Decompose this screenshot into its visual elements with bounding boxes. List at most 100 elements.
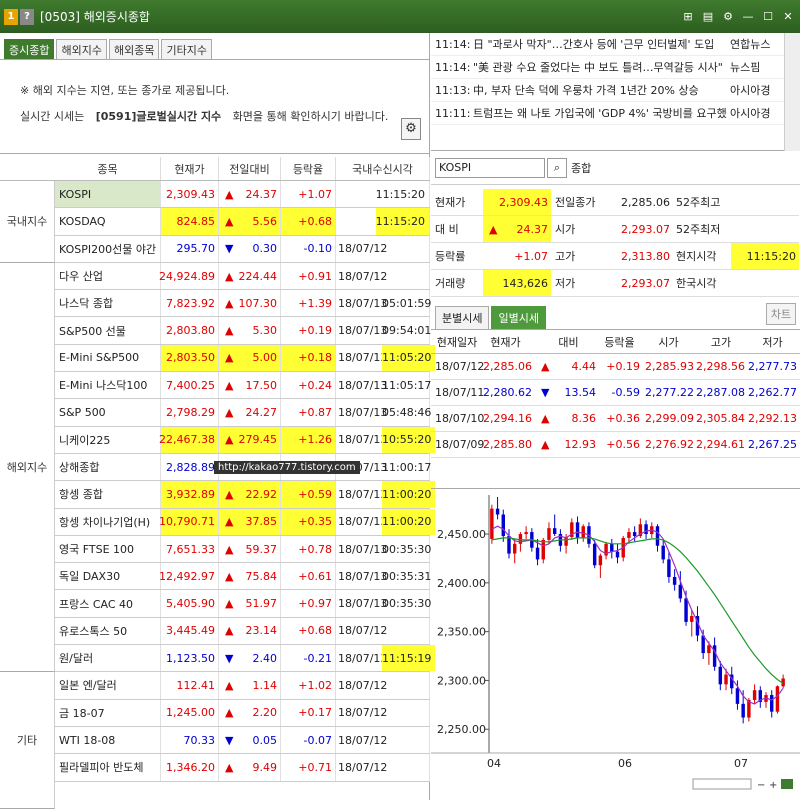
tab-daily-price[interactable]: 일별시세 xyxy=(491,306,546,329)
table-row[interactable]: KOSPI200선물 야간 295.70 ▼ 0.30 -0.10 18/07/1… xyxy=(0,235,430,263)
close-icon[interactable]: ✕ xyxy=(780,8,796,24)
table-row[interactable]: 프랑스 CAC 40 5,405.90 ▲ 51.97 +0.97 18/07/1… xyxy=(0,590,431,618)
news-item[interactable]: 11:11: 트럼프는 왜 나토 가입국에 'GDP 4%' 국방비를 요구했 … xyxy=(431,102,800,125)
table-row[interactable]: E-Mini S&P500 2,803.50 ▲ 5.00 +0.18 18/07… xyxy=(0,344,436,373)
news-item[interactable]: 11:14: 日 "과로사 막자"…간호사 등에 '근무 인터벌제' 도입 연합… xyxy=(431,33,800,56)
news-scrollbar[interactable] xyxy=(784,33,800,151)
dh-change[interactable]: 대비 xyxy=(535,330,599,353)
table-row[interactable]: 영국 FTSE 100 7,651.33 ▲ 59.37 +0.78 18/07/… xyxy=(0,535,431,564)
row-name[interactable]: S&P500 선물 xyxy=(55,317,161,344)
minimize-icon[interactable]: — xyxy=(740,8,756,24)
table-row[interactable]: 일본 엔/달러 112.41 ▲ 1.14 +1.02 18/07/12 xyxy=(0,672,430,700)
notice-screen-link[interactable]: [0591]글로벌실시간 지수 xyxy=(96,110,221,123)
candle-body xyxy=(718,666,723,685)
table-row[interactable]: 항셍 종합 3,932.89 ▲ 22.92 +0.59 18/07/13 11:0… xyxy=(0,481,436,509)
chart-button[interactable]: 차트 xyxy=(766,303,796,325)
row-name[interactable]: 유로스톡스 50 xyxy=(55,617,161,645)
row-name[interactable]: E-Mini S&P500 xyxy=(55,344,161,372)
table-row[interactable]: KOSPI 2,309.43 ▲ 24.37 +1.07 11:15:20 xyxy=(0,181,430,209)
table-row[interactable]: 니케이225 22,467.38 ▲ 279.45 +1.26 18/07/13 1… xyxy=(0,426,436,454)
link-icon[interactable]: ⊞ xyxy=(680,8,696,24)
row-change: ▲ 2.20 xyxy=(219,699,281,726)
row-name[interactable]: 독일 DAX30 xyxy=(55,563,161,590)
symbol-input[interactable]: KOSPI xyxy=(435,157,545,178)
row-name[interactable]: 프랑스 CAC 40 xyxy=(55,590,161,617)
row-name[interactable]: 다우 산업 xyxy=(55,262,161,290)
quote-label-2: 시가 xyxy=(551,216,599,243)
up-arrow-icon: ▲ xyxy=(225,351,234,365)
tab-overseas-index[interactable]: 해외지수 xyxy=(56,39,107,59)
price-chart[interactable]: 2,450.00 2,400.00 2,350.00 2,300.00 2,250.00… xyxy=(431,488,800,800)
row-name[interactable]: 일본 엔/달러 xyxy=(55,672,161,699)
daily-row[interactable]: 18/07/12 2,285.06 ▲ 4.44 +0.19 2,285.93 2… xyxy=(431,354,800,380)
candlestick-chart[interactable]: 2,450.00 2,400.00 2,350.00 2,300.00 2,250.00… xyxy=(431,489,800,801)
row-name[interactable]: S&P 500 xyxy=(55,399,161,426)
news-title[interactable]: "美 관광 수요 줄었다는 中 보도 틀려…무역갈등 시사" xyxy=(473,59,727,75)
table-row[interactable]: 필라델피아 반도체 1,346.20 ▲ 9.49 +0.71 18/07/12 xyxy=(0,754,430,782)
table-row[interactable]: 금 18-07 1,245.00 ▲ 2.20 +0.17 18/07/12 xyxy=(0,699,430,727)
row-name[interactable]: 필라델피아 반도체 xyxy=(55,754,161,781)
quote-row: 등락률 +1.07 고가 2,313.80 현지시각 11:15:20 xyxy=(431,243,800,270)
gear-icon[interactable]: ⚙ xyxy=(401,118,421,140)
row-name[interactable]: 영국 FTSE 100 xyxy=(55,535,161,563)
dh-high[interactable]: 고가 xyxy=(697,330,748,353)
tab-other-index[interactable]: 기타지수 xyxy=(161,39,212,59)
news-item[interactable]: 11:14: "美 관광 수요 줄었다는 中 보도 틀려…무역갈등 시사" 뉴스… xyxy=(431,56,800,79)
row-name[interactable]: 원/달러 xyxy=(55,645,161,672)
daily-row[interactable]: 18/07/09 2,285.80 ▲ 12.93 +0.56 2,276.92 … xyxy=(431,432,800,458)
table-row[interactable]: KOSDAQ 824.85 ▲ 5.56 +0.68 11:15:20 xyxy=(0,208,430,236)
row-name[interactable]: KOSPI xyxy=(55,181,161,208)
row-name[interactable]: 니케이225 xyxy=(55,426,161,453)
header-time[interactable]: 국내수신시각 xyxy=(336,157,430,180)
table-row[interactable]: 나스닥 종합 7,823.92 ▲ 107.30 +1.39 18/07/13 05… xyxy=(0,290,431,318)
maximize-icon[interactable]: ☐ xyxy=(760,8,776,24)
settings-icon[interactable]: ⚙ xyxy=(720,8,736,24)
tab-market-summary[interactable]: 증시종합 xyxy=(4,39,55,59)
screen-number-badge[interactable]: 1 xyxy=(4,8,18,25)
table-row[interactable]: 유로스톡스 50 3,445.49 ▲ 23.14 +0.68 18/07/12 xyxy=(0,617,430,646)
row-rate: +0.59 xyxy=(281,481,336,508)
table-row[interactable]: WTI 18-08 70.33 ▼ 0.05 -0.07 18/07/12 xyxy=(0,726,430,755)
news-title[interactable]: 中, 부자 단속 덕에 우룽차 가격 1년간 20% 상승 xyxy=(473,82,727,98)
row-change-value: 2.40 xyxy=(252,651,278,665)
row-name[interactable]: E-Mini 나스닥100 xyxy=(55,372,161,399)
row-name[interactable]: WTI 18-08 xyxy=(55,726,161,754)
news-title[interactable]: 日 "과로사 막자"…간호사 등에 '근무 인터벌제' 도입 xyxy=(473,36,727,52)
tab-overseas-stocks[interactable]: 해외종목 xyxy=(108,39,160,59)
help-icon[interactable]: ? xyxy=(20,8,34,25)
daily-row[interactable]: 18/07/10 2,294.16 ▲ 8.36 +0.36 2,299.09 2… xyxy=(431,406,800,432)
header-rate[interactable]: 등락율 xyxy=(281,157,336,180)
row-name[interactable]: 항셍 종합 xyxy=(55,481,161,508)
quote-value-3: 11:15:20 xyxy=(731,243,799,270)
news-item[interactable]: 11:13: 中, 부자 단속 덕에 우룽차 가격 1년간 20% 상승 아시아… xyxy=(431,79,800,102)
row-name[interactable]: 상해종합 xyxy=(55,453,161,481)
header-change[interactable]: 전일대비 xyxy=(219,157,281,180)
row-date: 18/07/12 xyxy=(338,706,388,720)
table-row[interactable]: E-Mini 나스닥100 7,400.25 ▲ 17.50 +0.24 18/0… xyxy=(0,372,431,400)
row-name[interactable]: 항셍 차이나기업(H) xyxy=(55,508,161,535)
header-name[interactable]: 종목 xyxy=(55,157,161,180)
row-name[interactable]: 나스닥 종합 xyxy=(55,290,161,317)
dh-rate[interactable]: 등락율 xyxy=(599,330,643,353)
header-price[interactable]: 현재가 xyxy=(161,157,219,180)
tab-minute-price[interactable]: 분별시세 xyxy=(435,306,490,329)
table-row[interactable]: S&P 500 2,798.29 ▲ 24.27 +0.87 18/07/13 05… xyxy=(0,399,431,427)
dh-date[interactable]: 현재일자 xyxy=(431,330,479,353)
candle-body xyxy=(701,635,705,654)
table-row[interactable]: S&P500 선물 2,803.80 ▲ 5.30 +0.19 18/07/13 0… xyxy=(0,317,431,345)
print-icon[interactable]: ▤ xyxy=(700,8,716,24)
dh-low[interactable]: 저가 xyxy=(748,330,800,353)
row-name[interactable]: KOSDAQ xyxy=(55,208,161,235)
news-title[interactable]: 트럼프는 왜 나토 가입국에 'GDP 4%' 국방비를 요구했 xyxy=(473,105,727,121)
row-name[interactable]: KOSPI200선물 야간 xyxy=(55,235,161,262)
row-price: 5,405.90 xyxy=(161,590,219,617)
dh-price[interactable]: 현재가 xyxy=(479,330,535,353)
table-row[interactable]: 항셍 차이나기업(H) 10,790.71 ▲ 37.85 +0.35 18/07… xyxy=(0,508,436,536)
row-name[interactable]: 금 18-07 xyxy=(55,699,161,726)
dh-open[interactable]: 시가 xyxy=(643,330,697,353)
table-row[interactable]: 원/달러 1,123.50 ▼ 2.40 -0.21 18/07/13 11:15:… xyxy=(0,645,436,673)
search-icon[interactable]: ⌕ xyxy=(547,157,567,178)
table-row[interactable]: 다우 산업 24,924.89 ▲ 224.44 +0.91 18/07/12 xyxy=(0,262,430,291)
daily-row[interactable]: 18/07/11 2,280.62 ▼ 13.54 -0.59 2,277.22 … xyxy=(431,380,800,406)
table-row[interactable]: 독일 DAX30 12,492.97 ▲ 75.84 +0.61 18/07/13… xyxy=(0,563,431,591)
